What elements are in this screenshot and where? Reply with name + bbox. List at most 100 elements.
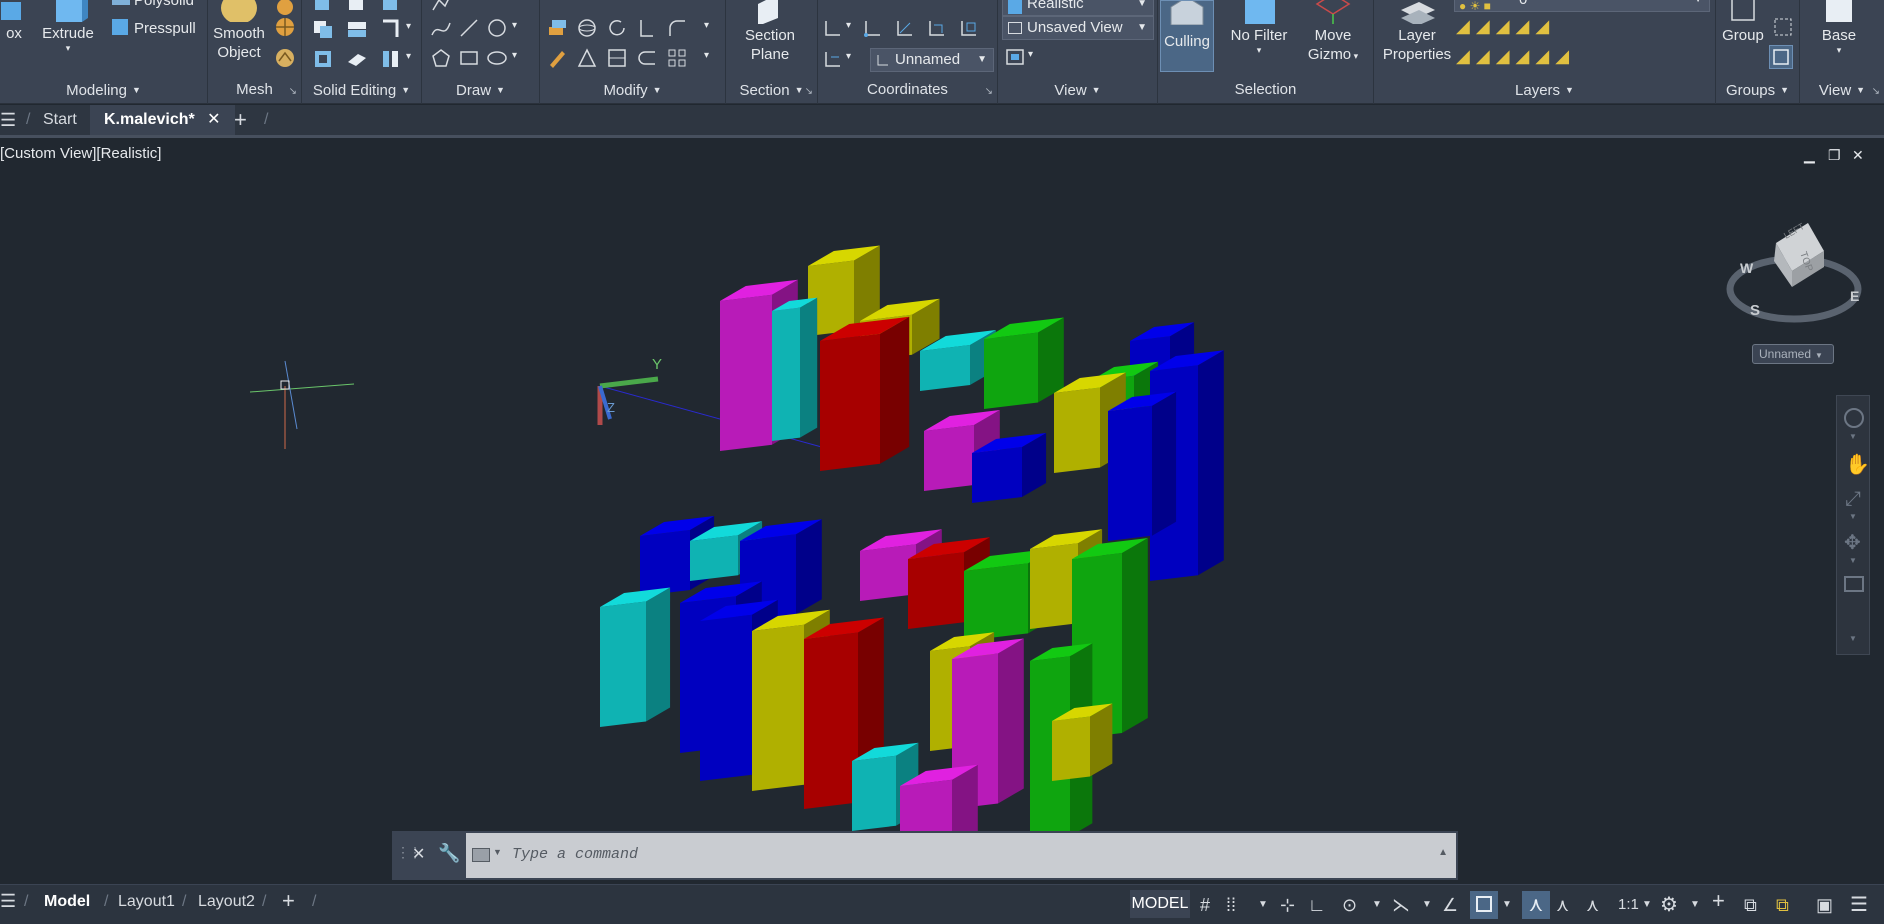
- block-28-front-face[interactable]: [852, 755, 896, 831]
- erase-icon[interactable]: [546, 47, 568, 69]
- layer-unlock-icon[interactable]: ◢: [1516, 46, 1536, 66]
- no-filter-button[interactable]: No Filter ▾: [1224, 0, 1294, 55]
- block-3-front-face[interactable]: [772, 307, 800, 441]
- tab-start[interactable]: Start: [43, 105, 77, 135]
- ucs-menu-button[interactable]: Unnamed ▼: [1752, 344, 1834, 364]
- named-view-dropdown[interactable]: Unsaved View ▼: [1002, 16, 1154, 40]
- block-20-front-face[interactable]: [1030, 543, 1078, 629]
- ellipse-icon[interactable]: [486, 47, 508, 69]
- block-7-front-face[interactable]: [820, 333, 880, 471]
- clean-screen-icon[interactable]: ▣: [1816, 895, 1833, 915]
- customization-icon[interactable]: ☰: [1850, 895, 1868, 915]
- quick-properties-icon[interactable]: ⧉: [1776, 895, 1789, 915]
- tab-drawing-active[interactable]: K.malevich* ✕: [90, 105, 235, 135]
- block-22-front-face[interactable]: [600, 601, 646, 727]
- block-12-front-face[interactable]: [924, 425, 974, 491]
- block-15-front-face[interactable]: [690, 535, 738, 581]
- polar-dropdown-icon[interactable]: ▼: [1372, 895, 1382, 915]
- ortho-icon[interactable]: ∟: [1308, 895, 1326, 915]
- command-history-dropdown-icon[interactable]: ▼: [493, 847, 502, 857]
- ellipse-dropdown-icon[interactable]: ▾: [512, 50, 517, 61]
- isodraft-dropdown-icon[interactable]: ▼: [1422, 895, 1432, 915]
- circle-icon[interactable]: [486, 17, 508, 39]
- move-icon[interactable]: [546, 17, 568, 39]
- viewport-config-dropdown-icon[interactable]: ▾: [1028, 49, 1033, 60]
- nav-bar-menu-icon[interactable]: ▼: [1849, 634, 1857, 643]
- block-2-front-face[interactable]: [720, 294, 772, 451]
- layer-off-icon[interactable]: ◢: [1456, 16, 1476, 36]
- array-3d-icon[interactable]: [576, 47, 598, 69]
- isodraft-icon[interactable]: ⋋: [1392, 895, 1410, 915]
- block-25-front-face[interactable]: [752, 624, 804, 791]
- visual-style-dropdown[interactable]: Realistic ▼: [1002, 0, 1154, 16]
- layout-tab-layout2[interactable]: Layout2: [198, 893, 255, 911]
- box-button[interactable]: ox: [0, 0, 28, 43]
- rectangle-icon[interactable]: [458, 47, 480, 69]
- ucs-view-icon[interactable]: [822, 48, 844, 70]
- object-snap-dropdown-icon[interactable]: ▼: [1502, 895, 1512, 915]
- workspace-gear-icon[interactable]: ⚙: [1660, 895, 1678, 915]
- compass-w-label[interactable]: W: [1740, 260, 1754, 276]
- union-icon[interactable]: [312, 0, 334, 16]
- block-21-side-face[interactable]: [1122, 538, 1148, 733]
- thicken-icon[interactable]: [346, 48, 368, 70]
- separate-icon[interactable]: [380, 48, 402, 70]
- ucs-origin-icon[interactable]: [862, 17, 884, 39]
- mesh-globe-icon[interactable]: [274, 16, 296, 38]
- layer-on-icon[interactable]: ◢: [1535, 46, 1555, 66]
- snap-dropdown-icon[interactable]: ▼: [1258, 895, 1268, 915]
- annotation-scale-icon[interactable]: ⋏: [1586, 895, 1599, 915]
- separate-dropdown-icon[interactable]: ▾: [406, 51, 411, 62]
- block-14-front-face[interactable]: [640, 530, 690, 596]
- zoom-extents-icon[interactable]: ⤢: [1845, 488, 1861, 511]
- layout-tab-model[interactable]: Model: [44, 893, 90, 911]
- 3d-rotate-icon[interactable]: [576, 17, 598, 39]
- subtract-icon[interactable]: [346, 0, 368, 16]
- layer-make-current-icon[interactable]: ◢: [1456, 46, 1476, 66]
- command-line-close-icon[interactable]: ✕: [412, 844, 425, 864]
- polygon-icon[interactable]: [430, 47, 452, 69]
- command-line-customize-icon[interactable]: 🔧: [438, 843, 460, 864]
- block-6-side-face[interactable]: [1198, 350, 1224, 576]
- steering-wheel-dropdown-icon[interactable]: ▼: [1849, 432, 1857, 441]
- polysolid-button[interactable]: Polysolid: [112, 0, 194, 9]
- polar-tracking-icon[interactable]: ⊙: [1342, 895, 1357, 915]
- mesh-refine-icon[interactable]: [274, 47, 296, 69]
- layer-match-icon[interactable]: ◢: [1535, 16, 1555, 36]
- slice-icon[interactable]: [346, 18, 368, 40]
- base-button[interactable]: Base ▾: [1814, 0, 1864, 55]
- panel-title-view-2[interactable]: View ▼ ↘: [1800, 80, 1884, 102]
- orbit-icon[interactable]: ✥: [1844, 530, 1861, 555]
- ucs-object-icon[interactable]: [958, 17, 980, 39]
- infer-constraints-icon[interactable]: ⊹: [1280, 895, 1295, 915]
- move-gizmo-button[interactable]: Move Gizmo ▾: [1298, 0, 1368, 66]
- ungroup-icon[interactable]: [1772, 16, 1794, 38]
- command-prompt-icon[interactable]: [472, 848, 490, 862]
- group-button[interactable]: Group: [1718, 0, 1768, 45]
- annotation-scale-dropdown-icon[interactable]: ▼: [1642, 895, 1652, 915]
- annotation-scale-value[interactable]: 1:1: [1618, 895, 1639, 915]
- ucs-z-axis-icon[interactable]: [894, 17, 916, 39]
- layer-freeze-icon[interactable]: ◢: [1496, 16, 1516, 36]
- line-icon[interactable]: [458, 17, 480, 39]
- steering-wheel-icon[interactable]: [1844, 408, 1864, 428]
- polyline-icon[interactable]: [430, 0, 452, 14]
- presspull-button[interactable]: Presspull: [112, 19, 196, 37]
- block-16-side-face[interactable]: [796, 519, 822, 615]
- extract-edges-icon[interactable]: [380, 18, 402, 40]
- units-icon[interactable]: ⧉: [1744, 895, 1757, 915]
- close-tab-icon[interactable]: ✕: [207, 111, 220, 128]
- intersect-icon[interactable]: [312, 18, 334, 40]
- pan-icon[interactable]: ✋: [1845, 452, 1870, 477]
- ucs-icon[interactable]: [822, 17, 844, 39]
- application-menu-icon[interactable]: ☰: [0, 105, 16, 135]
- block-26-front-face[interactable]: [804, 632, 858, 809]
- block-31-side-face[interactable]: [998, 638, 1024, 804]
- block-19-front-face[interactable]: [964, 563, 1028, 641]
- snap-mode-icon[interactable]: ⁞⁞: [1226, 895, 1236, 915]
- new-layout-icon[interactable]: +: [282, 888, 295, 914]
- orbit-dropdown-icon[interactable]: ▼: [1849, 556, 1857, 565]
- panel-title-section[interactable]: Section ▼ ↘: [726, 80, 817, 102]
- model-space-button[interactable]: MODEL: [1130, 890, 1190, 918]
- panel-title-layers[interactable]: Layers ▼: [1374, 80, 1715, 102]
